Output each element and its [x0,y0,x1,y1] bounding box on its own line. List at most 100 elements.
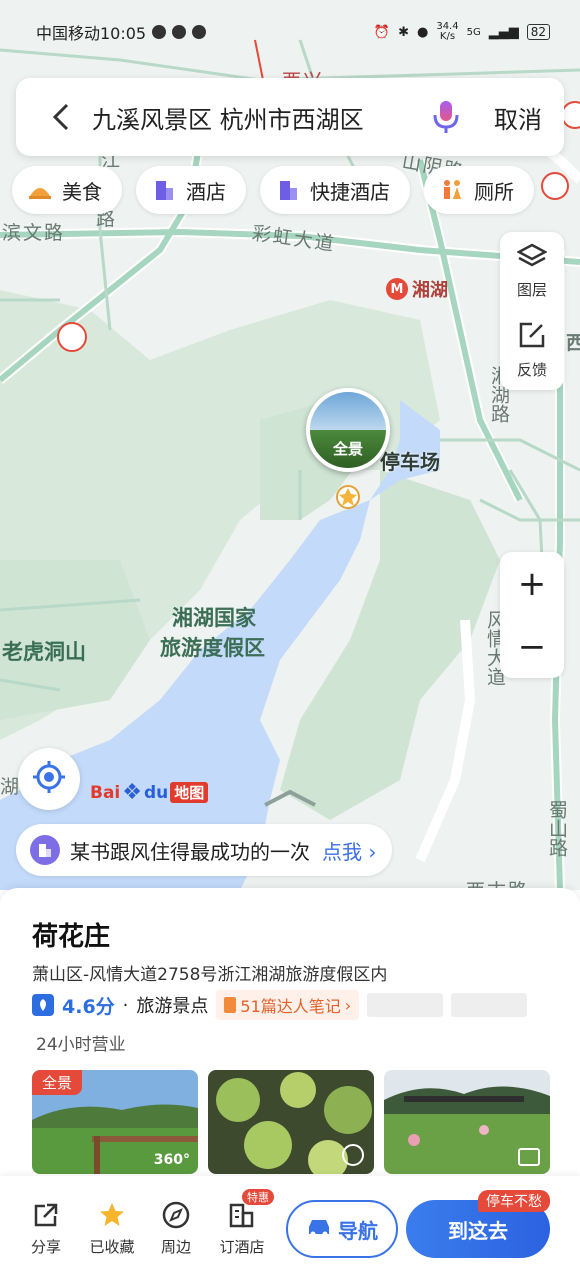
book-hotel-button[interactable]: 订酒店 [212,1200,272,1257]
hotel-icon [152,178,176,202]
network-speed: 34.4 K/s [436,22,458,42]
road-label-right: 西 [566,332,580,354]
share-label: 分享 [30,1238,61,1256]
navigate-button[interactable]: 导航 [286,1200,398,1258]
logo-text-du: du [144,782,169,803]
layers-label: 图层 [516,281,547,299]
zoom-out-button[interactable]: − [500,615,564,678]
panorama-marker-label: 全景 [332,440,363,458]
chip-hotel[interactable]: 酒店 [136,166,246,214]
hotel-icon [30,835,60,865]
chip-budget-hotel[interactable]: 快捷酒店 [260,166,410,214]
logo-text-map: 地图 [170,782,209,803]
resort-label-line1: 湘湖国家 [172,606,256,630]
road-label-shushan: 蜀山路 [546,800,568,857]
search-bar[interactable]: 九溪风景区 杭州市西湖区 取消 [16,78,564,156]
resort-label-line2: 旅游度假区 [160,636,265,660]
chip-label: 厕所 [474,179,514,204]
feedback-edit-icon [518,321,546,353]
nearby-label: 周边 [160,1238,191,1256]
chip-label: 酒店 [186,179,226,204]
zoom-in-button[interactable]: + [500,552,564,615]
promo-tip-link[interactable]: 点我 › [322,836,376,865]
signal-bars-icon: ▂▄▆ [488,24,519,40]
navigate-label: 导航 [338,1218,378,1243]
logo-text-bai: Bai [90,782,121,803]
baidu-map-logo: Bai ❖ du 地图 [90,780,209,805]
location-icon: ● [416,24,429,40]
image-gallery-icon [518,1148,540,1166]
bluetooth-icon: ✱ [398,24,409,40]
saved-button[interactable]: 已收藏 [82,1200,142,1257]
go-here-label: 到这去 [448,1218,508,1243]
audio-icon [192,25,207,39]
zoom-controls: + − [500,552,564,678]
microphone-icon[interactable] [426,97,466,137]
expert-notes-link[interactable]: 51篇达人笔记 › [216,990,360,1020]
panorama-marker[interactable]: 全景 [306,388,390,472]
battery-icon: 82 [526,24,550,40]
poi-address: 萧山区-风情大道2758号浙江湘湖旅游度假区内 [32,965,388,985]
poi-category: 旅游景点 [136,996,209,1017]
photo-lotus-leaves[interactable] [208,1070,374,1174]
parking-label[interactable]: 停车场 [380,446,440,475]
panorama-badge: 全景 [32,1070,83,1095]
back-arrow-icon[interactable] [46,102,76,132]
network-speed-unit: K/s [439,31,456,42]
category-chips: 美食 酒店 快捷酒店 厕所 [12,166,534,214]
promo-tip-link-label: 点我 [322,839,362,864]
message-icon [152,25,167,39]
food-icon [28,178,52,202]
signal-icon: 5G [466,26,481,38]
panorama-360-icon: 360° [153,1152,190,1168]
book-hotel-label: 订酒店 [219,1238,265,1256]
carrier-time: 中国移动10:05 [36,24,147,43]
poi-meta: 4.6分 · 旅游景点 51篇达人笔记 › [32,990,528,1020]
feedback-label: 反馈 [516,361,547,379]
chip-label: 快捷酒店 [310,179,390,204]
loading-placeholder [367,993,444,1017]
bottom-action-bar: 分享 已收藏 周边 订酒店 特惠 导航 到这去 停车不愁 [0,1176,580,1280]
parking-promo-tag: 停车不愁 [478,1190,550,1212]
share-button[interactable]: 分享 [16,1200,76,1257]
my-location-button[interactable] [18,748,80,810]
status-bar: 中国移动10:05 ⏰ ✱ ● 34.4 K/s 5G ▂▄▆ 82 [0,0,580,64]
expert-notes-label: 51篇达人笔记 [240,997,341,1016]
chip-label: 美食 [62,179,102,204]
alarm-icon: ⏰ [373,24,391,40]
nearby-button[interactable]: 周边 [146,1200,206,1257]
rating-icon [32,994,54,1016]
poi-name: 荷花庄 [32,922,111,952]
toilet-icon [440,178,464,202]
compass-icon [161,1200,191,1230]
photo-panorama[interactable]: 全景 360° [32,1070,198,1174]
notebook-icon [224,997,237,1013]
saved-label: 已收藏 [89,1238,135,1256]
road-label-binwen: 滨文路 [2,222,66,244]
opening-hours: 24小时营业 [36,1035,126,1055]
photo-lotus-pond[interactable] [384,1070,550,1174]
meta-separator: · [122,994,129,1016]
video-play-icon [342,1144,364,1166]
metro-icon: M [386,278,408,300]
mountain-label-laohudong: 老虎洞山 [2,640,86,664]
metro-station-xianghu[interactable]: M 湘湖 [386,276,448,302]
car-icon [306,1217,332,1242]
notification-bell-icon [172,25,187,39]
chip-toilet[interactable]: 厕所 [424,166,534,214]
map-tools-panel: 图层 反馈 [500,232,564,390]
sale-tag: 特惠 [242,1189,274,1205]
layers-button[interactable]: 图层 [500,232,564,311]
star-filled-icon [97,1200,127,1230]
promo-tip-text: 某书跟风住得最成功的一次 [70,839,310,864]
loading-placeholder [451,993,528,1017]
search-query[interactable]: 九溪风景区 杭州市西湖区 [92,100,426,135]
poi-rating: 4.6分 [62,995,115,1018]
promo-tip-bar[interactable]: 某书跟风住得最成功的一次 点我 › [16,824,392,876]
photo-strip: 全景 360° [32,1070,550,1174]
feedback-button[interactable]: 反馈 [500,311,564,390]
cancel-button[interactable]: 取消 [494,100,542,135]
chip-food[interactable]: 美食 [12,166,122,214]
budget-hotel-icon [276,178,300,202]
locate-crosshair-icon [32,760,66,798]
